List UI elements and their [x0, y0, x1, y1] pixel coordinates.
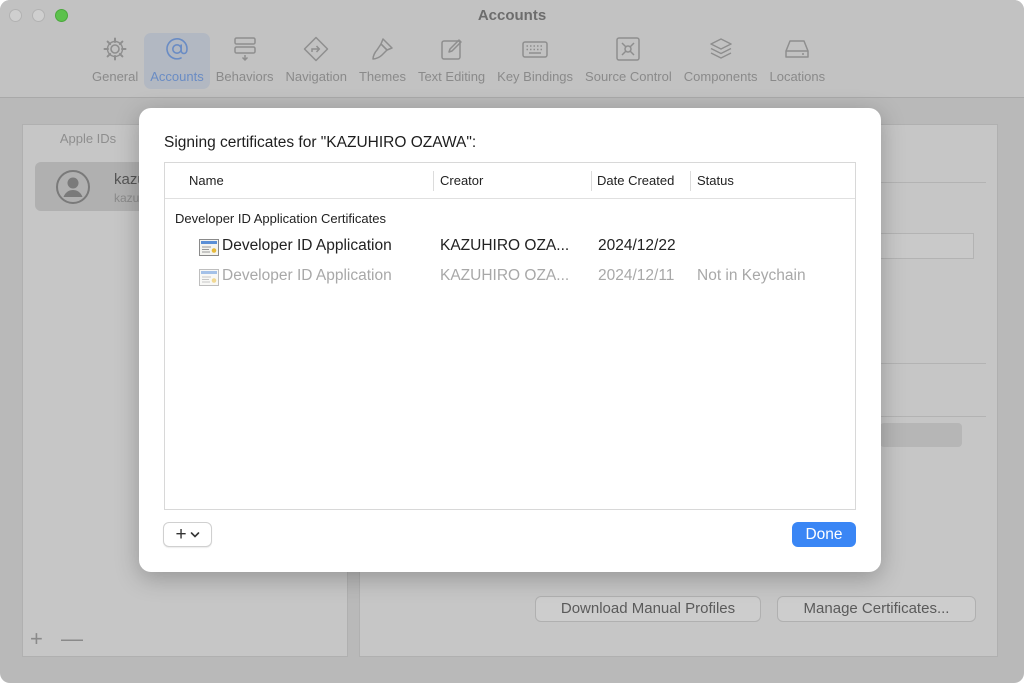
tab-accounts-label: Accounts	[150, 69, 204, 84]
apple-ids-header: Apple IDs	[59, 131, 117, 146]
manage-certificates-button[interactable]: Manage Certificates...	[777, 596, 976, 622]
tab-navigation-label: Navigation	[285, 69, 347, 84]
column-header-date-created[interactable]: Date Created	[597, 173, 674, 188]
tab-components-label: Components	[683, 69, 758, 84]
tab-themes[interactable]: Themes	[353, 33, 412, 89]
gear-icon	[99, 35, 131, 63]
tab-text-editing[interactable]: Text Editing	[412, 33, 491, 89]
navigation-icon	[300, 35, 332, 63]
column-header-status[interactable]: Status	[697, 173, 734, 188]
tab-text-editing-label: Text Editing	[417, 69, 486, 84]
tab-accounts[interactable]: Accounts	[144, 33, 210, 89]
column-divider	[690, 171, 691, 191]
remove-account-button[interactable]: —	[61, 626, 83, 652]
window-title: Accounts	[477, 7, 547, 24]
certificate-icon	[199, 269, 219, 286]
sheet-title: Signing certificates for "KAZUHIRO OZAWA…	[164, 134, 477, 151]
tab-general-label: General	[92, 69, 139, 84]
tab-locations-label: Locations	[769, 69, 826, 84]
certificate-date: 2024/12/11	[598, 267, 675, 284]
detail-popup	[880, 423, 962, 447]
certificate-status: Not in Keychain	[697, 267, 806, 284]
add-account-button[interactable]: +	[30, 626, 43, 652]
certificate-creator: KAZUHIRO OZA...	[440, 267, 570, 284]
certificate-row[interactable]: Developer ID Application KAZUHIRO OZA...…	[165, 235, 855, 261]
certificate-group-label: Developer ID Application Certificates	[175, 211, 386, 226]
detail-field	[880, 233, 974, 259]
keyboard-icon	[519, 35, 551, 63]
user-avatar-icon	[56, 170, 90, 204]
tab-source-control[interactable]: Source Control	[579, 33, 678, 89]
certificate-icon	[199, 239, 219, 256]
tab-source-control-label: Source Control	[585, 69, 672, 84]
drive-icon	[781, 35, 813, 63]
done-button[interactable]: Done	[792, 522, 856, 547]
tab-key-bindings-label: Key Bindings	[497, 69, 574, 84]
tab-behaviors-label: Behaviors	[215, 69, 274, 84]
plus-icon: +	[175, 523, 187, 545]
preferences-toolbar: General Accounts Behaviors Navigation Th…	[86, 33, 831, 91]
certificate-name: Developer ID Application	[222, 267, 392, 284]
add-certificate-menu-button[interactable]: +	[163, 522, 212, 547]
brush-icon	[366, 35, 398, 63]
pencil-square-icon	[436, 35, 468, 63]
detail-divider	[880, 182, 986, 183]
certificate-date: 2024/12/22	[598, 237, 676, 254]
column-header-creator[interactable]: Creator	[440, 173, 483, 188]
download-manual-profiles-button[interactable]: Download Manual Profiles	[535, 596, 761, 622]
detail-divider	[880, 416, 986, 417]
behaviors-icon	[229, 35, 261, 63]
column-divider	[591, 171, 592, 191]
tab-navigation[interactable]: Navigation	[280, 33, 353, 89]
tab-components[interactable]: Components	[678, 33, 764, 89]
column-header-name[interactable]: Name	[189, 173, 224, 188]
source-control-icon	[612, 35, 644, 63]
at-icon	[161, 35, 193, 63]
certificate-row[interactable]: Developer ID Application KAZUHIRO OZA...…	[165, 265, 855, 291]
certificate-creator: KAZUHIRO OZA...	[440, 237, 570, 254]
chevron-down-icon	[190, 531, 199, 538]
tab-general[interactable]: General	[86, 33, 144, 89]
detail-divider	[880, 363, 986, 364]
tab-locations[interactable]: Locations	[763, 33, 831, 89]
certificate-name: Developer ID Application	[222, 237, 392, 254]
tab-behaviors[interactable]: Behaviors	[210, 33, 280, 89]
tab-key-bindings[interactable]: Key Bindings	[491, 33, 579, 89]
signing-certificates-sheet: Signing certificates for "KAZUHIRO OZAWA…	[139, 108, 881, 572]
table-header: Name Creator Date Created Status	[165, 163, 855, 199]
titlebar: Accounts General Accounts Behaviors Navi…	[0, 0, 1024, 98]
stack-icon	[705, 35, 737, 63]
tab-themes-label: Themes	[358, 69, 406, 84]
column-divider	[433, 171, 434, 191]
certificates-table: Name Creator Date Created Status Develop…	[164, 162, 856, 510]
